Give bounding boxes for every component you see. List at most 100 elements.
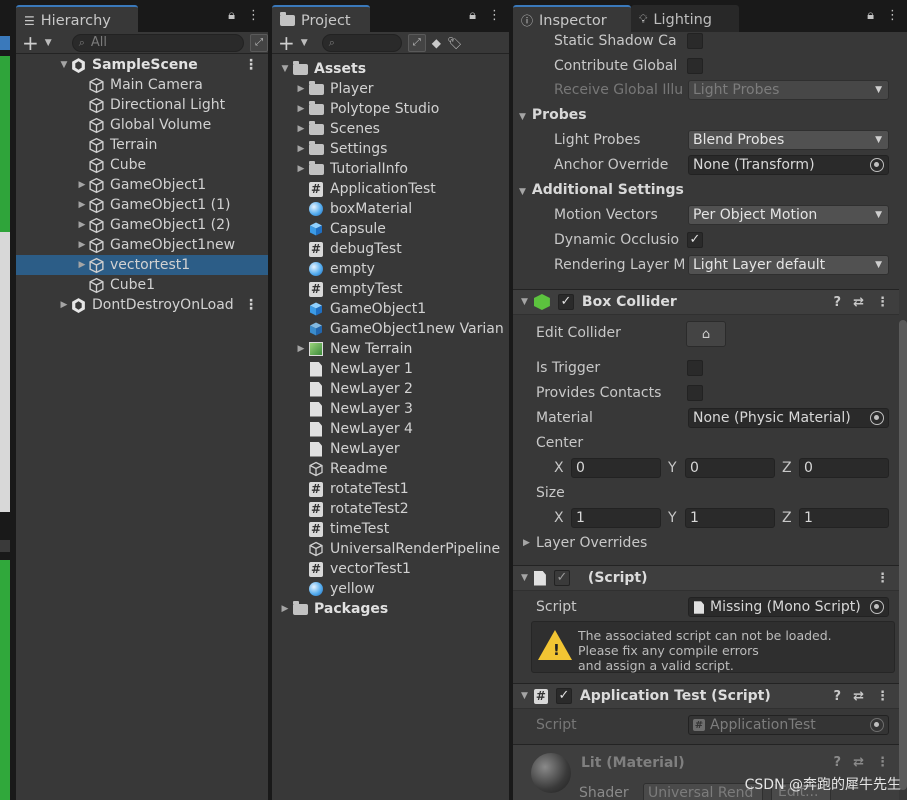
project-item[interactable]: ▶ Player — [272, 79, 509, 99]
project-item[interactable]: boxMaterial — [272, 199, 509, 219]
anchor-override-field[interactable]: None (Transform) — [688, 155, 889, 175]
box-collider-header[interactable]: ▼ ✓ Box Collider ? ⇄ ⋮ — [513, 289, 899, 315]
missing-script-enabled-checkbox[interactable]: ✓ — [553, 570, 570, 586]
expand-arrow-icon[interactable]: ▶ — [294, 104, 308, 114]
kebab-menu-icon[interactable]: ⋮ — [244, 57, 258, 73]
size-z-field[interactable]: 1 — [799, 508, 889, 528]
project-item[interactable]: # rotateTest2 — [272, 499, 509, 519]
missing-script-header[interactable]: ▼ ✓ (Script) ⋮ — [513, 565, 899, 591]
project-item[interactable]: yellow — [272, 579, 509, 599]
lock-icon[interactable]: 🔒︎ — [228, 8, 235, 23]
receive-gi-dropdown[interactable]: Light Probes ▼ — [688, 80, 889, 100]
center-x-field[interactable]: 0 — [571, 458, 661, 478]
hierarchy-search-input[interactable]: ⌕ All — [71, 33, 245, 52]
hierarchy-item[interactable]: ▶ GameObject1new — [16, 235, 268, 255]
lock-icon[interactable]: 🔒︎ — [867, 8, 874, 23]
rendering-layer-dropdown[interactable]: Light Layer default ▼ — [688, 255, 889, 275]
hierarchy-item[interactable]: ▶ GameObject1 (2) — [16, 215, 268, 235]
size-x-field[interactable]: 1 — [571, 508, 661, 528]
hierarchy-item[interactable]: Directional Light — [16, 95, 268, 115]
project-item[interactable]: # rotateTest1 — [272, 479, 509, 499]
lock-icon[interactable]: 🔒︎ — [469, 8, 476, 23]
project-item[interactable]: ▶ TutorialInfo — [272, 159, 509, 179]
object-picker-icon[interactable] — [870, 158, 884, 172]
expand-arrow-icon[interactable]: ▼ — [278, 64, 292, 74]
missing-script-field[interactable]: Missing (Mono Script) — [688, 597, 889, 617]
project-item[interactable]: NewLayer 1 — [272, 359, 509, 379]
filter-type-icon[interactable]: ◆ — [432, 36, 441, 50]
project-item[interactable]: # emptyTest — [272, 279, 509, 299]
preset-icon[interactable]: ⇄ — [853, 689, 864, 704]
add-icon[interactable]: + — [278, 33, 295, 53]
object-picker-icon[interactable] — [870, 600, 884, 614]
project-item[interactable]: ▶ Scenes — [272, 119, 509, 139]
expand-arrow-icon[interactable]: ▶ — [294, 84, 308, 94]
kebab-menu-icon[interactable]: ⋮ — [886, 8, 899, 23]
hierarchy-item[interactable]: Cube — [16, 155, 268, 175]
hierarchy-item[interactable]: Main Camera — [16, 75, 268, 95]
kebab-menu-icon[interactable]: ⋮ — [488, 8, 501, 23]
expand-arrow-icon[interactable]: ▶ — [294, 124, 308, 134]
additional-settings-header[interactable]: ▼ Additional Settings — [519, 182, 684, 198]
expand-arrow-icon[interactable]: ▼ — [58, 60, 70, 70]
project-item[interactable]: ▶ Polytope Studio — [272, 99, 509, 119]
contribute-global-checkbox[interactable] — [687, 58, 703, 74]
project-item[interactable]: GameObject1new Varian — [272, 319, 509, 339]
project-item[interactable]: UniversalRenderPipeline — [272, 539, 509, 559]
kebab-menu-icon[interactable]: ⋮ — [876, 689, 889, 704]
center-z-field[interactable]: 0 — [799, 458, 889, 478]
kebab-menu-icon[interactable]: ⋮ — [876, 295, 889, 310]
hierarchy-item[interactable]: ▶ GameObject1 (1) — [16, 195, 268, 215]
chevron-down-icon[interactable]: ▼ — [45, 38, 52, 48]
project-search-input[interactable]: ⌕ — [321, 33, 402, 52]
hierarchy-item[interactable]: ▶ GameObject1 — [16, 175, 268, 195]
expand-arrow-icon[interactable]: ▶ — [76, 220, 88, 230]
kebab-menu-icon[interactable]: ⋮ — [876, 571, 889, 586]
expand-arrow-icon[interactable]: ▶ — [294, 164, 308, 174]
scene-row[interactable]: ▼ SampleScene ⋮ — [16, 55, 268, 75]
expand-arrow-icon[interactable]: ▶ — [294, 144, 308, 154]
kebab-menu-icon[interactable]: ⋮ — [244, 297, 258, 313]
help-icon[interactable]: ? — [834, 755, 842, 770]
chevron-down-icon[interactable]: ▼ — [301, 38, 308, 48]
static-shadow-checkbox[interactable] — [687, 33, 703, 49]
label-icon[interactable]: 🏷︎ — [447, 36, 462, 50]
expand-arrow-icon[interactable]: ▶ — [76, 200, 88, 210]
inspector-scrollbar[interactable] — [899, 320, 907, 790]
tab-lighting[interactable]: 💡︎ Lighting — [631, 5, 739, 32]
light-probes-dropdown[interactable]: Blend Probes ▼ — [688, 130, 889, 150]
help-icon[interactable]: ? — [834, 295, 842, 310]
application-test-header[interactable]: ▼ # ✓ Application Test (Script) ? ⇄ ⋮ — [513, 683, 899, 709]
expand-arrow-icon[interactable]: ▶ — [58, 300, 70, 310]
kebab-menu-icon[interactable]: ⋮ — [876, 755, 889, 770]
is-trigger-checkbox[interactable] — [687, 360, 703, 376]
hierarchy-item[interactable]: Global Volume — [16, 115, 268, 135]
hierarchy-item[interactable]: ▶ vectortest1 — [16, 255, 268, 275]
project-item[interactable]: empty — [272, 259, 509, 279]
box-collider-enabled-checkbox[interactable]: ✓ — [557, 294, 574, 310]
add-icon[interactable]: + — [22, 33, 39, 53]
center-y-field[interactable]: 0 — [685, 458, 775, 478]
provides-contacts-checkbox[interactable] — [687, 385, 703, 401]
assets-folder-row[interactable]: ▼ Assets — [272, 59, 509, 79]
scene-visibility-icon[interactable]: ⤢ — [250, 33, 268, 52]
tab-inspector[interactable]: ⓘ Inspector — [513, 5, 631, 32]
object-picker-icon[interactable] — [870, 411, 884, 425]
packages-folder-row[interactable]: ▶ Packages — [272, 599, 509, 619]
hierarchy-item[interactable]: Terrain — [16, 135, 268, 155]
preset-icon[interactable]: ⇄ — [853, 755, 864, 770]
help-icon[interactable]: ? — [834, 689, 842, 704]
project-item[interactable]: ▶ Settings — [272, 139, 509, 159]
layer-overrides-row[interactable]: ▶ Layer Overrides — [513, 532, 899, 554]
project-item[interactable]: # ApplicationTest — [272, 179, 509, 199]
expand-arrow-icon[interactable]: ▶ — [278, 604, 292, 614]
project-item[interactable]: NewLayer 4 — [272, 419, 509, 439]
project-item[interactable]: # vectorTest1 — [272, 559, 509, 579]
project-item[interactable]: # debugTest — [272, 239, 509, 259]
expand-arrow-icon[interactable]: ▶ — [76, 240, 88, 250]
project-item[interactable]: NewLayer 2 — [272, 379, 509, 399]
expand-arrow-icon[interactable]: ▶ — [294, 344, 308, 354]
expand-arrow-icon[interactable]: ▶ — [76, 260, 88, 270]
project-item[interactable]: NewLayer — [272, 439, 509, 459]
probes-header[interactable]: ▼ Probes — [519, 107, 587, 123]
